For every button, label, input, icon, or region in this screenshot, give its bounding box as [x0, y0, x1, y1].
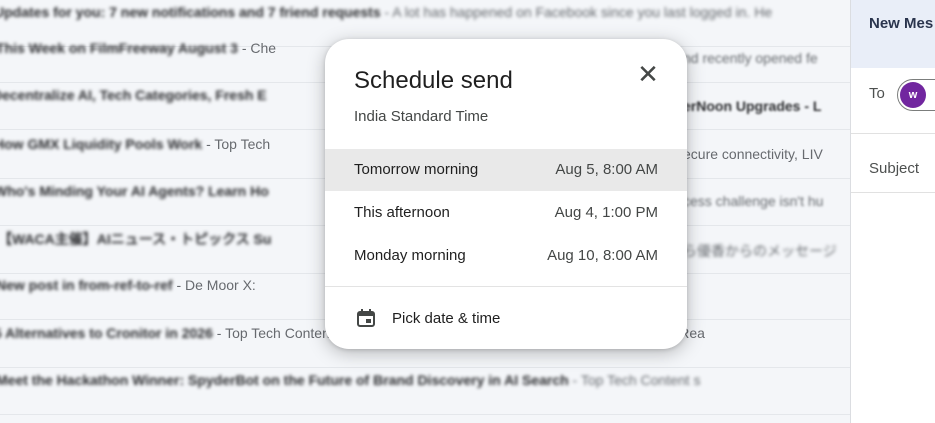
option-this-afternoon[interactable]: This afternoon Aug 4, 1:00 PM	[325, 192, 687, 234]
calendar-icon	[357, 309, 375, 327]
close-icon[interactable]: ✕	[633, 59, 663, 89]
pick-date-time-button[interactable]: Pick date & time	[325, 287, 687, 349]
option-time: Aug 4, 1:00 PM	[554, 204, 658, 221]
option-time: Aug 5, 8:00 AM	[555, 161, 658, 178]
option-label: Tomorrow morning	[354, 161, 479, 178]
option-tomorrow-morning[interactable]: Tomorrow morning Aug 5, 8:00 AM	[325, 149, 687, 191]
pick-date-time-label: Pick date & time	[392, 310, 501, 327]
timezone-label: India Standard Time	[354, 108, 489, 125]
schedule-send-dialog: Schedule send ✕ India Standard Time Tomo…	[325, 39, 687, 349]
option-monday-morning[interactable]: Monday morning Aug 10, 8:00 AM	[325, 235, 687, 277]
option-label: Monday morning	[354, 247, 466, 264]
dialog-title: Schedule send	[354, 67, 513, 94]
option-time: Aug 10, 8:00 AM	[547, 247, 658, 264]
option-label: This afternoon	[354, 204, 450, 221]
